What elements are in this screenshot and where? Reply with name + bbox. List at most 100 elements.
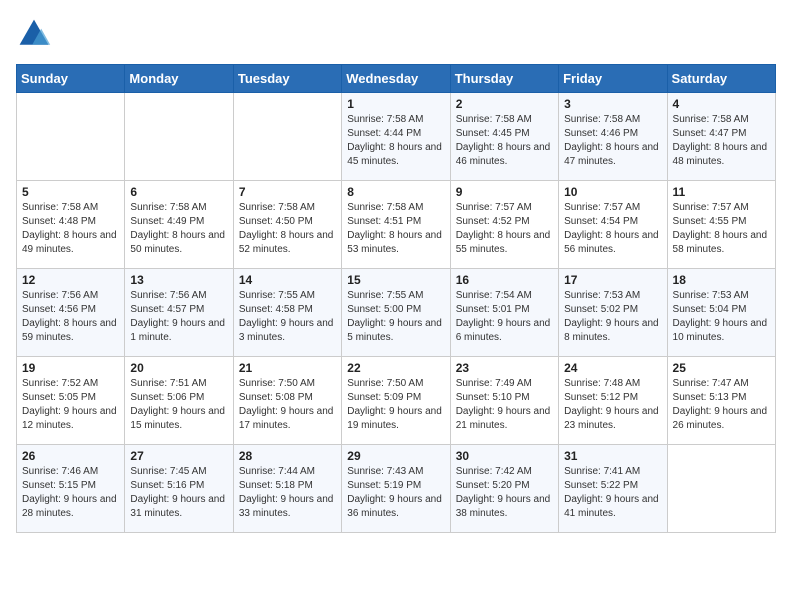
calendar-cell: 31 Sunrise: 7:41 AMSunset: 5:22 PMDayligh…	[559, 445, 667, 533]
day-number: 6	[130, 185, 227, 199]
day-info: Sunrise: 7:58 AMSunset: 4:51 PMDaylight:…	[347, 201, 444, 257]
calendar-cell: 9Sunrise: 7:57 AMSunset: 4:52 PMDaylight…	[450, 181, 558, 269]
day-info: Sunrise: 7:51 AMSunset: 5:06 PMDaylight:…	[130, 377, 227, 433]
calendar-cell: 14 Sunrise: 7:55 AMSunset: 4:58 PMDayligh…	[233, 269, 341, 357]
calendar-cell: 25Sunrise: 7:47 AMSunset: 5:13 PMDayligh…	[667, 357, 775, 445]
weekday-header-monday: Monday	[125, 65, 233, 93]
calendar-cell: 2Sunrise: 7:58 AMSunset: 4:45 PMDaylight…	[450, 93, 558, 181]
calendar-cell	[125, 93, 233, 181]
day-number: 7	[239, 185, 336, 199]
day-number: 31	[564, 449, 661, 463]
weekday-header-saturday: Saturday	[667, 65, 775, 93]
calendar-cell: 30 Sunrise: 7:42 AMSunset: 5:20 PMDayligh…	[450, 445, 558, 533]
day-info: Sunrise: 7:50 AMSunset: 5:09 PMDaylight:…	[347, 377, 444, 433]
day-info: Sunrise: 7:54 AMSunset: 5:01 PMDaylight:…	[456, 289, 553, 345]
day-number: 24	[564, 361, 661, 375]
logo-icon	[16, 16, 52, 52]
calendar-cell: 10 Sunrise: 7:57 AMSunset: 4:54 PMDayligh…	[559, 181, 667, 269]
day-info: Sunrise: 7:58 AMSunset: 4:50 PMDaylight:…	[239, 201, 336, 257]
day-number: 8	[347, 185, 444, 199]
day-number: 20	[130, 361, 227, 375]
day-number: 19	[22, 361, 119, 375]
calendar-week-row: 12Sunrise: 7:56 AMSunset: 4:56 PMDayligh…	[17, 269, 776, 357]
day-number: 22	[347, 361, 444, 375]
day-info: Sunrise: 7:58 AMSunset: 4:47 PMDaylight:…	[673, 113, 770, 169]
calendar-cell: 4 Sunrise: 7:58 AMSunset: 4:47 PMDaylight…	[667, 93, 775, 181]
day-info: Sunrise: 7:58 AMSunset: 4:49 PMDaylight:…	[130, 201, 227, 257]
calendar-cell: 20 Sunrise: 7:51 AMSunset: 5:06 PMDayligh…	[125, 357, 233, 445]
calendar-week-row: 1 Sunrise: 7:58 AMSunset: 4:44 PMDaylight…	[17, 93, 776, 181]
day-number: 11	[673, 185, 770, 199]
day-info: Sunrise: 7:41 AMSunset: 5:22 PMDaylight:…	[564, 465, 661, 521]
page-header	[16, 16, 776, 52]
day-info: Sunrise: 7:53 AMSunset: 5:02 PMDaylight:…	[564, 289, 661, 345]
day-info: Sunrise: 7:52 AMSunset: 5:05 PMDaylight:…	[22, 377, 119, 433]
day-info: Sunrise: 7:55 AMSunset: 4:58 PMDaylight:…	[239, 289, 336, 345]
calendar-cell: 5 Sunrise: 7:58 AMSunset: 4:48 PMDaylight…	[17, 181, 125, 269]
calendar-cell: 21 Sunrise: 7:50 AMSunset: 5:08 PMDayligh…	[233, 357, 341, 445]
day-number: 1	[347, 97, 444, 111]
calendar-cell	[17, 93, 125, 181]
day-number: 14	[239, 273, 336, 287]
day-number: 10	[564, 185, 661, 199]
day-info: Sunrise: 7:55 AMSunset: 5:00 PMDaylight:…	[347, 289, 444, 345]
calendar-cell: 19 Sunrise: 7:52 AMSunset: 5:05 PMDayligh…	[17, 357, 125, 445]
day-info: Sunrise: 7:57 AMSunset: 4:54 PMDaylight:…	[564, 201, 661, 257]
day-number: 12	[22, 273, 119, 287]
day-number: 29	[347, 449, 444, 463]
day-info: Sunrise: 7:57 AMSunset: 4:55 PMDaylight:…	[673, 201, 770, 257]
day-number: 2	[456, 97, 553, 111]
day-number: 18	[673, 273, 770, 287]
calendar-table: SundayMondayTuesdayWednesdayThursdayFrid…	[16, 64, 776, 533]
day-info: Sunrise: 7:58 AMSunset: 4:46 PMDaylight:…	[564, 113, 661, 169]
day-number: 23	[456, 361, 553, 375]
weekday-header-friday: Friday	[559, 65, 667, 93]
calendar-week-row: 5 Sunrise: 7:58 AMSunset: 4:48 PMDaylight…	[17, 181, 776, 269]
day-info: Sunrise: 7:44 AMSunset: 5:18 PMDaylight:…	[239, 465, 336, 521]
calendar-cell: 6 Sunrise: 7:58 AMSunset: 4:49 PMDaylight…	[125, 181, 233, 269]
day-info: Sunrise: 7:53 AMSunset: 5:04 PMDaylight:…	[673, 289, 770, 345]
day-number: 26	[22, 449, 119, 463]
day-number: 17	[564, 273, 661, 287]
calendar-cell: 8 Sunrise: 7:58 AMSunset: 4:51 PMDaylight…	[342, 181, 450, 269]
calendar-cell: 3 Sunrise: 7:58 AMSunset: 4:46 PMDaylight…	[559, 93, 667, 181]
day-info: Sunrise: 7:46 AMSunset: 5:15 PMDaylight:…	[22, 465, 119, 521]
weekday-header-wednesday: Wednesday	[342, 65, 450, 93]
day-number: 3	[564, 97, 661, 111]
calendar-cell: 29Sunrise: 7:43 AMSunset: 5:19 PMDayligh…	[342, 445, 450, 533]
day-number: 16	[456, 273, 553, 287]
day-info: Sunrise: 7:49 AMSunset: 5:10 PMDaylight:…	[456, 377, 553, 433]
weekday-header-tuesday: Tuesday	[233, 65, 341, 93]
calendar-cell: 24 Sunrise: 7:48 AMSunset: 5:12 PMDayligh…	[559, 357, 667, 445]
day-number: 5	[22, 185, 119, 199]
calendar-cell: 17 Sunrise: 7:53 AMSunset: 5:02 PMDayligh…	[559, 269, 667, 357]
day-number: 27	[130, 449, 227, 463]
calendar-cell	[667, 445, 775, 533]
calendar-cell: 23 Sunrise: 7:49 AMSunset: 5:10 PMDayligh…	[450, 357, 558, 445]
day-number: 21	[239, 361, 336, 375]
calendar-cell: 22 Sunrise: 7:50 AMSunset: 5:09 PMDayligh…	[342, 357, 450, 445]
day-info: Sunrise: 7:57 AMSunset: 4:52 PMDaylight:…	[456, 201, 553, 257]
calendar-cell: 28 Sunrise: 7:44 AMSunset: 5:18 PMDayligh…	[233, 445, 341, 533]
calendar-cell: 27 Sunrise: 7:45 AMSunset: 5:16 PMDayligh…	[125, 445, 233, 533]
day-number: 25	[673, 361, 770, 375]
day-info: Sunrise: 7:42 AMSunset: 5:20 PMDaylight:…	[456, 465, 553, 521]
calendar-week-row: 26 Sunrise: 7:46 AMSunset: 5:15 PMDayligh…	[17, 445, 776, 533]
calendar-cell: 18 Sunrise: 7:53 AMSunset: 5:04 PMDayligh…	[667, 269, 775, 357]
day-info: Sunrise: 7:45 AMSunset: 5:16 PMDaylight:…	[130, 465, 227, 521]
calendar-cell: 26 Sunrise: 7:46 AMSunset: 5:15 PMDayligh…	[17, 445, 125, 533]
day-info: Sunrise: 7:50 AMSunset: 5:08 PMDaylight:…	[239, 377, 336, 433]
day-number: 4	[673, 97, 770, 111]
weekday-header-row: SundayMondayTuesdayWednesdayThursdayFrid…	[17, 65, 776, 93]
day-info: Sunrise: 7:56 AMSunset: 4:57 PMDaylight:…	[130, 289, 227, 345]
weekday-header-thursday: Thursday	[450, 65, 558, 93]
calendar-cell	[233, 93, 341, 181]
calendar-cell: 16 Sunrise: 7:54 AMSunset: 5:01 PMDayligh…	[450, 269, 558, 357]
day-number: 28	[239, 449, 336, 463]
day-info: Sunrise: 7:58 AMSunset: 4:44 PMDaylight:…	[347, 113, 444, 169]
day-number: 30	[456, 449, 553, 463]
day-info: Sunrise: 7:48 AMSunset: 5:12 PMDaylight:…	[564, 377, 661, 433]
calendar-cell: 12Sunrise: 7:56 AMSunset: 4:56 PMDayligh…	[17, 269, 125, 357]
day-number: 13	[130, 273, 227, 287]
day-info: Sunrise: 7:58 AMSunset: 4:48 PMDaylight:…	[22, 201, 119, 257]
